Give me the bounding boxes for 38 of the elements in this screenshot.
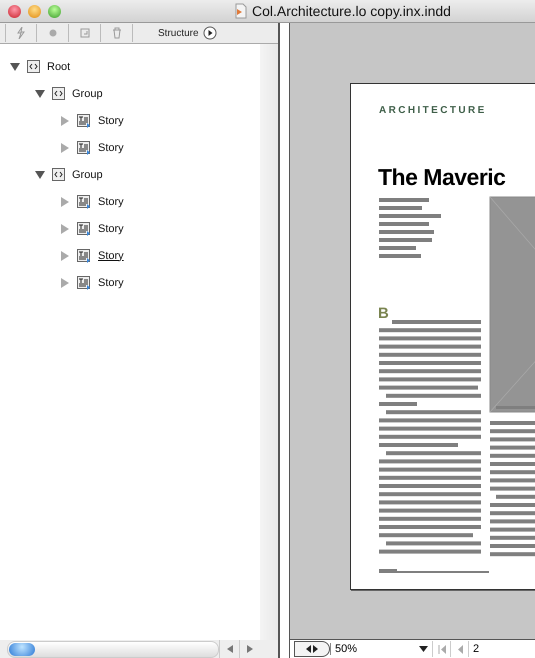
tree-item[interactable]: Group <box>72 168 103 180</box>
text-story-icon <box>77 222 91 236</box>
headline: The Maveric <box>378 164 506 191</box>
scroll-thumb[interactable] <box>9 642 35 656</box>
panel-menu-button[interactable] <box>202 26 217 40</box>
tree-item[interactable]: Story <box>98 196 124 208</box>
element-tag-icon <box>52 168 65 181</box>
panel-menu-label: Structure <box>158 28 199 38</box>
document-icon <box>233 3 249 19</box>
disclosure-triangle-icon[interactable] <box>35 170 45 180</box>
vertical-scrollbar[interactable] <box>260 44 278 640</box>
tree-item[interactable]: Group <box>72 88 103 100</box>
lightning-icon[interactable] <box>5 24 37 42</box>
element-tag-icon <box>52 87 65 100</box>
tree-item[interactable]: Story <box>98 222 124 234</box>
text-story-icon <box>77 114 91 128</box>
horizontal-scrollbar[interactable] <box>7 640 219 658</box>
minimize-button[interactable] <box>28 4 41 18</box>
section-label: ARCHITECTURE <box>379 105 487 116</box>
text-story-icon <box>77 140 91 154</box>
disclosure-triangle-icon[interactable] <box>35 88 45 98</box>
drop-cap: B <box>378 306 389 321</box>
tree-item[interactable]: Root <box>47 60 70 72</box>
zoom-button[interactable] <box>48 4 61 18</box>
window-title: Col.Architecture.lo copy.inx.indd <box>252 3 451 19</box>
split-arrows-icon <box>304 644 320 654</box>
disclosure-triangle-icon[interactable] <box>10 62 20 72</box>
page-number-field[interactable]: 2 <box>469 643 480 655</box>
tree-item[interactable]: Story <box>98 276 124 288</box>
close-button[interactable] <box>8 4 21 18</box>
tree-item[interactable]: Story <box>98 142 124 154</box>
text-story-icon <box>77 194 91 208</box>
tree-item[interactable]: Story <box>98 114 124 126</box>
tree-item[interactable]: Story <box>98 250 124 262</box>
text-story-icon <box>77 248 91 262</box>
element-tag-icon <box>27 60 40 73</box>
view-toggle-button[interactable] <box>294 641 330 657</box>
text-story-icon <box>77 276 91 290</box>
